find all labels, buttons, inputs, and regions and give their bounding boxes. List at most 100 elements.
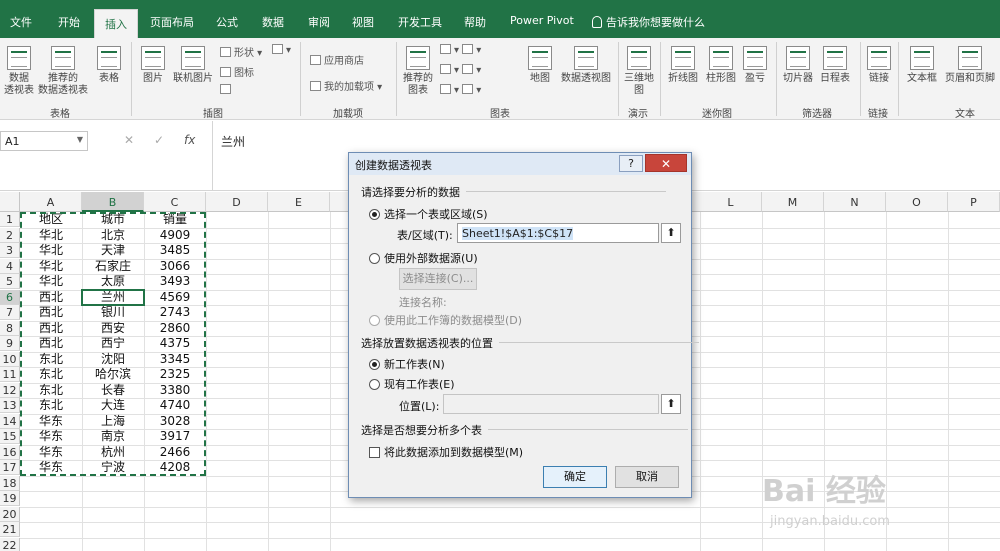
row-header[interactable]: 1 xyxy=(0,212,20,227)
sparkline-winloss-button[interactable]: 盈亏 xyxy=(740,46,770,85)
column-header-d[interactable]: D xyxy=(206,192,268,212)
column-chart-button[interactable]: ▾ ▾ xyxy=(440,44,481,56)
option-table-range[interactable]: 选择一个表或区域(S) xyxy=(369,206,488,222)
column-header-m[interactable]: M xyxy=(762,192,824,212)
icons-button[interactable]: 图标 xyxy=(220,64,254,79)
help-button[interactable]: ? xyxy=(619,155,643,172)
add-to-model-checkbox[interactable]: 将此数据添加到数据模型(M) xyxy=(369,444,523,460)
row-header[interactable]: 21 xyxy=(0,522,20,537)
name-box[interactable]: A1 ▼ xyxy=(0,131,88,151)
pivot-table-icon xyxy=(7,46,31,70)
row-header[interactable]: 13 xyxy=(0,398,20,413)
row-header[interactable]: 16 xyxy=(0,444,20,460)
close-button[interactable]: ✕ xyxy=(645,154,687,172)
pie-chart-button[interactable]: ▾ ▾ xyxy=(440,84,481,96)
column-header-o[interactable]: O xyxy=(886,192,948,212)
screenshot-button[interactable]: ▾ xyxy=(272,44,291,56)
tell-me-label: 告诉我你想要做什么 xyxy=(606,16,705,29)
row-header[interactable]: 5 xyxy=(0,274,20,289)
row-header[interactable]: 9 xyxy=(0,336,20,351)
option-data-model[interactable]: 使用此工作簿的数据模型(D) xyxy=(369,312,522,328)
timeline-button[interactable]: 日程表 xyxy=(816,46,854,85)
row-header[interactable]: 2 xyxy=(0,227,20,243)
tab-developer[interactable]: 开发工具 xyxy=(398,14,442,30)
textbox-button[interactable]: 文本框 xyxy=(902,46,942,85)
row-header[interactable]: 15 xyxy=(0,429,20,444)
row-header[interactable]: 19 xyxy=(0,491,20,506)
tab-view[interactable]: 视图 xyxy=(352,14,374,30)
tab-formulas[interactable]: 公式 xyxy=(216,14,238,30)
tab-power-pivot[interactable]: Power Pivot xyxy=(510,14,574,27)
row-header[interactable]: 6 xyxy=(0,289,20,305)
online-picture-button[interactable]: 联机图片 xyxy=(170,46,216,85)
group-label-tables: 表格 xyxy=(50,109,70,120)
row-header[interactable]: 14 xyxy=(0,413,20,429)
tab-review[interactable]: 审阅 xyxy=(308,14,330,30)
shapes-button[interactable]: 形状 ▾ xyxy=(220,44,262,59)
column-header-e[interactable]: E xyxy=(268,192,330,212)
row-header[interactable]: 20 xyxy=(0,506,20,522)
section-multiple-tables: 选择是否想要分析多个表 xyxy=(361,424,688,437)
location-collapse-button[interactable]: ⬆ xyxy=(661,394,681,414)
insert-function-icon[interactable]: fx xyxy=(184,133,195,147)
row-header[interactable]: 7 xyxy=(0,305,20,320)
sparkline-column-button[interactable]: 柱形图 xyxy=(702,46,740,85)
column-header-p[interactable]: P xyxy=(948,192,1000,212)
range-collapse-button[interactable]: ⬆ xyxy=(661,223,681,243)
option-new-sheet[interactable]: 新工作表(N) xyxy=(369,356,445,372)
sparkline-line-button[interactable]: 折线图 xyxy=(664,46,702,85)
tell-me-search[interactable]: 告诉我你想要做什么 xyxy=(592,14,705,30)
3d-map-button[interactable]: 三维地 图 xyxy=(622,46,656,97)
row-header[interactable]: 12 xyxy=(0,382,20,398)
recommended-pivot-label: 推荐的 数据透视表 xyxy=(38,73,88,96)
map-label: 地图 xyxy=(530,73,550,84)
row-header[interactable]: 11 xyxy=(0,367,20,382)
row-header[interactable]: 22 xyxy=(0,537,20,551)
screenshot-icon xyxy=(272,44,283,54)
check-icon[interactable]: ✓ xyxy=(154,133,164,147)
tab-home[interactable]: 开始 xyxy=(58,14,80,30)
table-button[interactable]: 表格 xyxy=(94,46,124,85)
cancel-icon[interactable]: ✕ xyxy=(124,133,134,147)
app-store-button[interactable]: 应用商店 xyxy=(310,52,364,67)
map-button[interactable]: 地图 xyxy=(526,46,554,85)
picture-button[interactable]: 图片 xyxy=(138,46,168,85)
tab-insert[interactable]: 插入 xyxy=(94,9,138,38)
recommended-pivot-button[interactable]: 推荐的 数据透视表 xyxy=(34,46,92,97)
select-all-corner[interactable] xyxy=(0,192,20,212)
row-header[interactable]: 4 xyxy=(0,258,20,274)
line-chart-button[interactable]: ▾ ▾ xyxy=(440,64,481,76)
location-input[interactable] xyxy=(443,394,659,414)
my-addins-button[interactable]: 我的加载项 ▾ xyxy=(310,78,382,93)
row-header[interactable]: 18 xyxy=(0,475,20,491)
column-header-n[interactable]: N xyxy=(824,192,886,212)
column-header-b[interactable]: B xyxy=(82,192,144,212)
cancel-button[interactable]: 取消 xyxy=(615,466,679,488)
recommended-charts-button[interactable]: 推荐的 图表 xyxy=(400,46,436,97)
column-header-c[interactable]: C xyxy=(144,192,206,212)
row-header[interactable]: 8 xyxy=(0,320,20,336)
tab-help[interactable]: 帮助 xyxy=(464,14,486,30)
option-external-source[interactable]: 使用外部数据源(U) xyxy=(369,250,478,266)
row-header[interactable]: 17 xyxy=(0,460,20,475)
range-input[interactable]: Sheet1!$A$1:$C$17 xyxy=(457,223,659,243)
column-header-a[interactable]: A xyxy=(20,192,82,212)
ok-button[interactable]: 确定 xyxy=(543,466,607,488)
option-existing-sheet[interactable]: 现有工作表(E) xyxy=(369,376,455,392)
column-header-l[interactable]: L xyxy=(700,192,762,212)
section-select-data: 请选择要分析的数据 xyxy=(361,186,666,199)
tab-file[interactable]: 文件 xyxy=(10,14,32,30)
pivot-table-button[interactable]: 数据 透视表 xyxy=(2,46,36,97)
tab-page-layout[interactable]: 页面布局 xyxy=(150,14,194,30)
slicer-button[interactable]: 切片器 xyxy=(780,46,816,85)
tab-data[interactable]: 数据 xyxy=(262,14,284,30)
smartart-button[interactable] xyxy=(220,84,234,96)
link-button[interactable]: 链接 xyxy=(864,46,894,85)
row-header[interactable]: 10 xyxy=(0,351,20,367)
pivot-chart-button[interactable]: 数据透视图 xyxy=(558,46,614,85)
choose-connection-button[interactable]: 选择连接(C)... xyxy=(399,268,477,290)
active-cell[interactable] xyxy=(81,289,145,306)
header-footer-button[interactable]: 页眉和页脚 xyxy=(942,46,998,85)
row-header[interactable]: 3 xyxy=(0,243,20,258)
chevron-down-icon[interactable]: ▼ xyxy=(77,135,83,144)
